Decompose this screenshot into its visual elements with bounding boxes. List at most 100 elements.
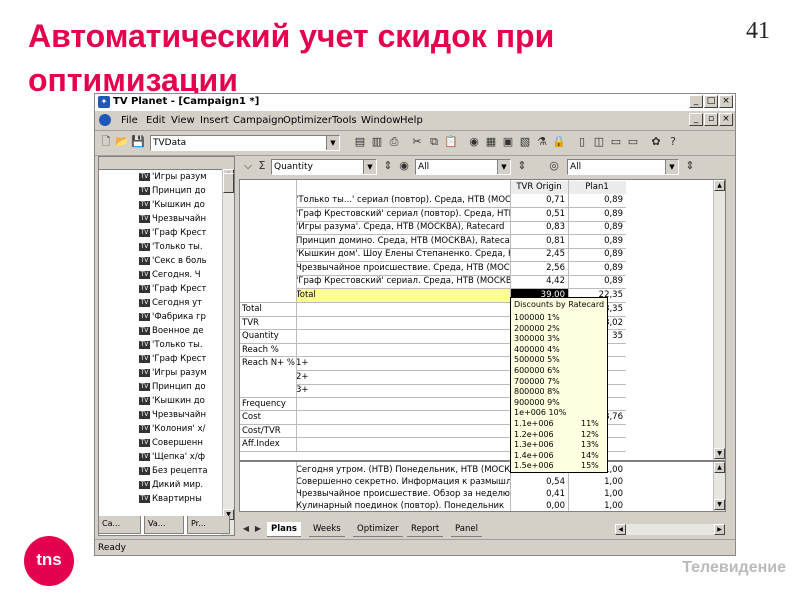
grid2-scroll-down[interactable]: ▼ xyxy=(714,499,725,510)
tab-optimizer[interactable]: Optimizer xyxy=(353,522,403,537)
tvr-cell[interactable]: 0,83 xyxy=(510,221,568,234)
settings-icon[interactable]: ✿ xyxy=(649,135,663,149)
tab-programs[interactable]: Pr... xyxy=(187,516,230,534)
tab-campaign[interactable]: Ca... xyxy=(98,516,141,534)
program-row-label[interactable]: 'Кышкин дом'. Шоу Елены Степаненко. Сред… xyxy=(296,248,510,261)
minimize-button[interactable]: _ xyxy=(689,95,703,108)
tree-item[interactable]: TV 'Игры разум xyxy=(139,367,219,380)
hscroll-left[interactable]: ◀ xyxy=(615,524,626,535)
grid-scroll-down[interactable]: ▼ xyxy=(714,448,725,459)
paste-icon[interactable]: 📋 xyxy=(444,135,458,149)
tree-item[interactable]: TV Сегодня ут xyxy=(139,297,219,310)
program-row-label[interactable]: 'Граф Крестовский' сериал (повтор). Сред… xyxy=(296,208,510,221)
doc-close-button[interactable]: × xyxy=(719,113,733,126)
filter-icon[interactable]: ⚗ xyxy=(535,135,549,149)
tab-plans[interactable]: Plans xyxy=(267,522,301,537)
scroll-thumb[interactable] xyxy=(223,173,234,193)
filter1-select[interactable]: All ▼ xyxy=(415,159,511,175)
globe-filter-icon[interactable]: ◉ xyxy=(397,159,411,173)
tvr-cell[interactable]: 0,51 xyxy=(510,208,568,221)
col-header-plan[interactable]: Plan1 xyxy=(568,181,626,194)
tree-item[interactable]: TV 'Граф Крест xyxy=(139,353,219,366)
tvr-cell[interactable]: 2,56 xyxy=(510,262,568,275)
tab-next-icon[interactable]: ▶ xyxy=(251,522,265,536)
tree-item[interactable]: TV 'Секс в боль xyxy=(139,255,219,268)
tree-item[interactable]: TV 'Граф Крест xyxy=(139,283,219,296)
expand-icon[interactable]: ⌵ xyxy=(241,159,255,173)
sigma-icon[interactable]: Σ xyxy=(255,159,269,173)
plan-cell[interactable]: 0,89 xyxy=(568,248,626,261)
menu-insert[interactable]: Insert xyxy=(200,115,229,126)
tab-variants[interactable]: Va... xyxy=(144,516,184,534)
tvr-cell[interactable]: 0,71 xyxy=(510,194,568,207)
lock-icon[interactable]: 🔒 xyxy=(552,135,566,149)
grid-scroll-up[interactable]: ▲ xyxy=(714,180,725,191)
menu-view[interactable]: View xyxy=(171,115,195,126)
plan-cell[interactable]: 0,89 xyxy=(568,262,626,275)
plan-cell[interactable]: 0,89 xyxy=(568,208,626,221)
plan-cell[interactable]: 0,89 xyxy=(568,235,626,248)
tree-item[interactable]: TV Без рецепта xyxy=(139,465,219,478)
tree-item[interactable]: TV 'Только ты. xyxy=(139,339,219,352)
tree-item[interactable]: TV Чрезвычайн xyxy=(139,213,219,226)
tree-item[interactable]: TV Дикий мир. xyxy=(139,479,219,492)
menu-window[interactable]: Window xyxy=(361,115,400,126)
calc-icon[interactable]: ▧ xyxy=(518,135,532,149)
window3-icon[interactable]: ▭ xyxy=(609,135,623,149)
preview-icon[interactable]: ▥ xyxy=(370,135,384,149)
spin3-icon[interactable]: ⇕ xyxy=(683,159,697,173)
measure-select[interactable]: Quantity ▼ xyxy=(271,159,377,175)
spin2-icon[interactable]: ⇕ xyxy=(515,159,529,173)
copy-icon[interactable]: ⧉ xyxy=(427,135,441,149)
tab-report[interactable]: Report xyxy=(407,522,444,537)
spot-row-label[interactable]: Кулинарный поединок (повтор). Понедельни… xyxy=(296,500,510,511)
tree-item[interactable]: TV 'Только ты. xyxy=(139,241,219,254)
chart-icon[interactable]: ▦ xyxy=(484,135,498,149)
window2-icon[interactable]: ◫ xyxy=(592,135,606,149)
spot-tvr-cell[interactable]: 0,00 xyxy=(510,500,568,511)
tvr-cell[interactable]: 0,81 xyxy=(510,235,568,248)
tree-item[interactable]: TV Чрезвычайн xyxy=(139,409,219,422)
tab-weeks[interactable]: Weeks xyxy=(309,522,345,537)
menu-tools[interactable]: Tools xyxy=(332,115,357,126)
horizontal-scrollbar[interactable]: ◀ ▶ xyxy=(615,524,725,535)
program-row-label[interactable]: 'Только ты...' сериал (повтор). Среда, Н… xyxy=(296,194,510,207)
program-row-label[interactable]: Чрезвычайное происшествие. Среда, НТВ (М… xyxy=(296,262,510,275)
program-row-label[interactable]: 'Граф Крестовский' сериал. Среда, НТВ (М… xyxy=(296,275,510,288)
tvr-cell[interactable]: 2,45 xyxy=(510,248,568,261)
channel-icon[interactable]: ◎ xyxy=(547,159,561,173)
tree-item[interactable]: TV 'Игры разум xyxy=(139,171,219,184)
spot-plan-cell[interactable]: 1,00 xyxy=(568,500,626,511)
filter2-select[interactable]: All ▼ xyxy=(567,159,679,175)
doc-minimize-button[interactable]: _ xyxy=(689,113,703,126)
program-row-label[interactable]: Принцип домино. Среда, НТВ (МОСКВА), Rat… xyxy=(296,235,510,248)
menu-edit[interactable]: Edit xyxy=(146,115,165,126)
total-row-label[interactable]: Total xyxy=(296,288,510,302)
globe-icon[interactable]: ◉ xyxy=(467,135,481,149)
maximize-button[interactable]: □ xyxy=(704,95,718,108)
tree-item[interactable]: TV 'Колония' х/ xyxy=(139,423,219,436)
tree-item[interactable]: TV 'Фабрика гр xyxy=(139,311,219,324)
plan-cell[interactable]: 0,89 xyxy=(568,221,626,234)
print-preview-icon[interactable]: ▤ xyxy=(353,135,367,149)
tree-item[interactable]: TV Квартирны xyxy=(139,493,219,506)
doc-restore-button[interactable]: ▫ xyxy=(704,113,718,126)
cut-icon[interactable]: ✂ xyxy=(410,135,424,149)
help-icon[interactable]: ? xyxy=(666,135,680,149)
menu-help[interactable]: Help xyxy=(400,115,423,126)
menu-file[interactable]: File xyxy=(121,115,138,126)
tree-item[interactable]: TV 'Кышкин до xyxy=(139,199,219,212)
col-header-tvr[interactable]: TVR Origin xyxy=(510,181,568,194)
close-button[interactable]: × xyxy=(719,95,733,108)
plan-cell[interactable]: 0,89 xyxy=(568,194,626,207)
window4-icon[interactable]: ▭ xyxy=(626,135,640,149)
tree-item[interactable]: TV Сегодня. Ч xyxy=(139,269,219,282)
table-icon[interactable]: ▣ xyxy=(501,135,515,149)
menu-optimizer[interactable]: Optimizer xyxy=(283,115,332,126)
save-icon[interactable]: 💾 xyxy=(131,135,145,149)
open-icon[interactable]: 📂 xyxy=(115,135,129,149)
tree-item[interactable]: TV 'Кышкин до xyxy=(139,395,219,408)
data-source-select[interactable]: TVData ▼ xyxy=(150,135,340,151)
tree-item[interactable]: TV 'Щепка' х/ф xyxy=(139,451,219,464)
tree-item[interactable]: TV Совершенн xyxy=(139,437,219,450)
